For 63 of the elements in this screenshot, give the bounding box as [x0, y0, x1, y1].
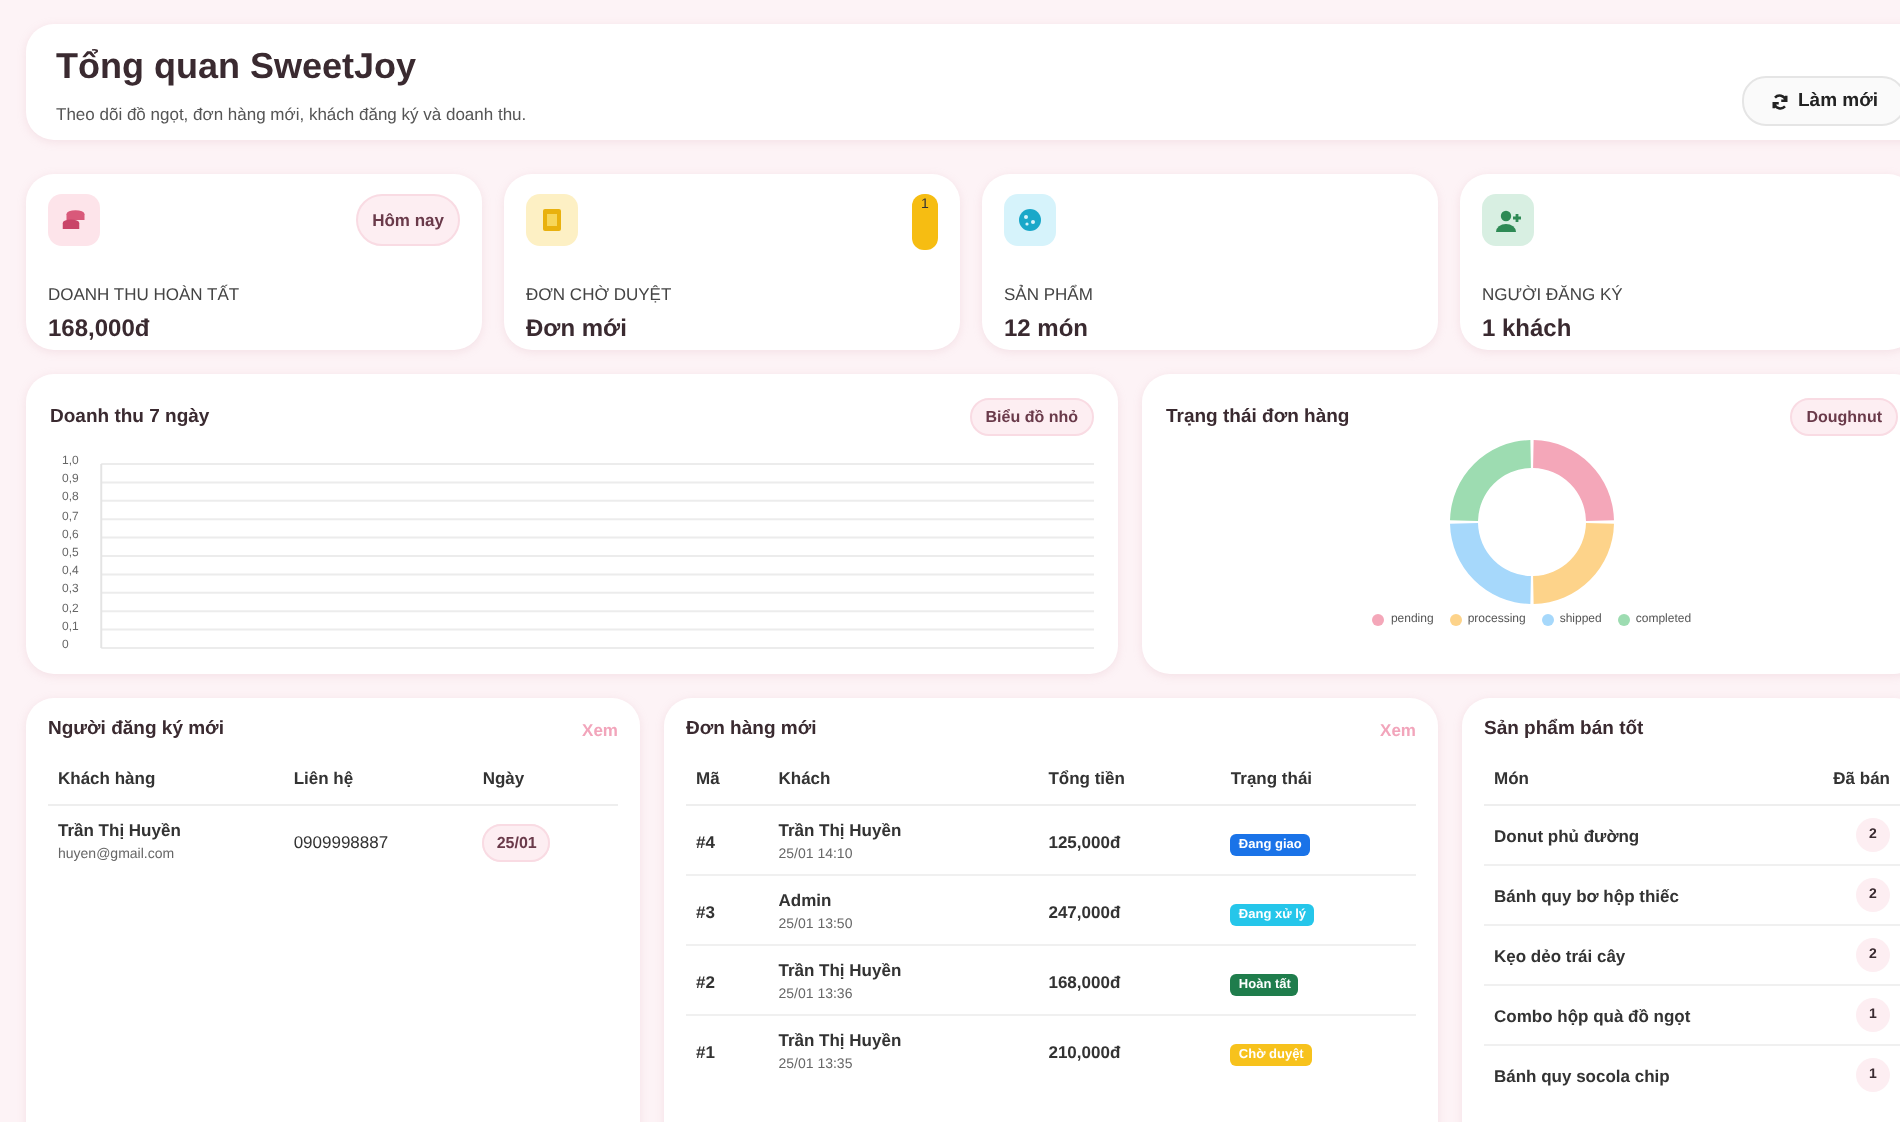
- customer-name: Trần Thị Huyền: [58, 820, 183, 840]
- donut-slice: [1450, 523, 1531, 604]
- legend-dot: [1372, 614, 1385, 626]
- stat-label: SẢN PHẨM: [1004, 284, 1095, 304]
- chart-title: Trạng thái đơn hàng: [1166, 406, 1350, 428]
- section-title: Sản phẩm bán tốt: [1484, 718, 1644, 740]
- page-title: Tổng quan SweetJoy: [56, 46, 419, 88]
- column-header: Khách hàng: [48, 760, 284, 805]
- section-title: Người đăng ký mới: [48, 718, 224, 740]
- chart-title: Doanh thu 7 ngày: [50, 406, 210, 428]
- order-id: #2: [696, 971, 715, 991]
- refresh-button[interactable]: Làm mới: [1741, 76, 1900, 126]
- period-badge: Hôm nay: [356, 194, 460, 246]
- product-name: Bánh quy bơ hộp thiếc: [1494, 885, 1679, 905]
- column-header: Tổng tiền: [1038, 760, 1221, 805]
- cookie-icon: [1018, 208, 1042, 232]
- phone-number: 0909998887: [293, 831, 389, 851]
- legend-dot: [1541, 614, 1554, 626]
- column-header: Mã: [686, 760, 769, 805]
- stat-value: 1 khách: [1482, 314, 1574, 342]
- view-link[interactable]: Xem: [1380, 719, 1416, 739]
- order-total: 125,000đ: [1048, 831, 1121, 851]
- stat-value: Đơn mới: [526, 314, 629, 342]
- page-subtitle: Theo dõi đồ ngọt, đơn hàng mới, khách đăng ký và doanh thu.: [56, 104, 527, 124]
- section-title: Đơn hàng mới: [686, 718, 817, 740]
- order-total: 210,000đ: [1048, 1041, 1121, 1061]
- customer-name: Trần Thị Huyền: [778, 960, 904, 980]
- donut-slice: [1533, 523, 1614, 604]
- product-name: Kẹo dẻo trái cây: [1494, 945, 1626, 965]
- order-id: #3: [696, 901, 715, 921]
- column-header: Đã bán: [1791, 760, 1900, 805]
- stat-value: 12 món: [1004, 314, 1091, 342]
- order-id: #1: [696, 1041, 715, 1061]
- product-name: Bánh quy socola chip: [1494, 1065, 1670, 1085]
- stat-label: NGƯỜI ĐĂNG KÝ: [1482, 284, 1625, 304]
- column-header: Khách: [768, 760, 1039, 805]
- donut-slice: [1533, 440, 1614, 521]
- customer-name: Trần Thị Huyền: [778, 820, 904, 840]
- donut-slice: [1450, 440, 1531, 521]
- customer-name: Trần Thị Huyền: [778, 1030, 904, 1050]
- stat-value: 168,000đ: [48, 314, 152, 342]
- column-header: Liên hệ: [283, 760, 473, 805]
- view-link[interactable]: Xem: [582, 719, 618, 739]
- legend-dot: [1617, 614, 1630, 626]
- order-total: 168,000đ: [1048, 971, 1121, 991]
- product-name: Combo hộp quà đồ ngọt: [1494, 1005, 1691, 1025]
- receipt-icon: [542, 208, 562, 232]
- date-badge: 25/01: [482, 823, 551, 861]
- product-name: Donut phủ đường: [1494, 825, 1640, 845]
- legend-dot: [1449, 614, 1462, 626]
- chart-badge: Biểu đồ nhỏ: [969, 398, 1094, 436]
- column-header: Trạng thái: [1220, 760, 1416, 805]
- chart-badge: Doughnut: [1790, 398, 1898, 436]
- refresh-icon: [1769, 91, 1790, 111]
- order-id: #4: [696, 831, 715, 851]
- coins-icon: [62, 208, 86, 232]
- stat-label: DOANH THU HOÀN TẤT: [48, 284, 242, 304]
- column-header: Món: [1484, 760, 1792, 805]
- column-header: Ngày: [472, 760, 618, 805]
- stat-label: ĐƠN CHỜ DUYỆT: [526, 284, 674, 304]
- order-total: 247,000đ: [1048, 901, 1121, 921]
- customer-name: Admin: [778, 890, 834, 910]
- add-user-icon: [1495, 209, 1521, 231]
